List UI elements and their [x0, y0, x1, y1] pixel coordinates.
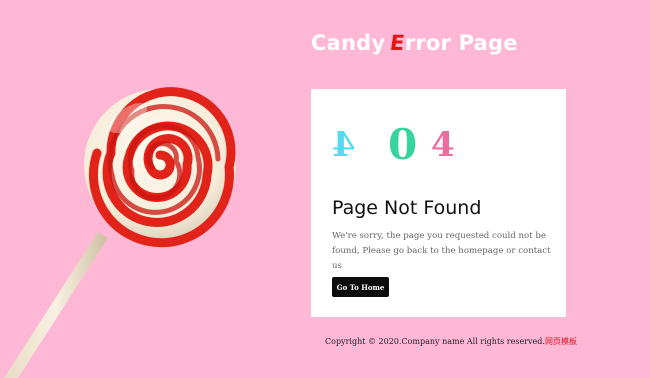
error-message: We're sorry, the page you requested coul… — [332, 231, 551, 271]
footer-template-link[interactable]: 网页模板 — [545, 337, 577, 346]
site-title: Candy Error Page — [311, 31, 518, 56]
error-code-digit-2: 0 — [388, 120, 418, 169]
error-code-digit-1: 4 — [332, 125, 356, 165]
lollipop-illustration — [4, 87, 236, 378]
error-code-digit-3: 4 — [431, 125, 455, 165]
error-code: 4 0 4 — [332, 120, 455, 169]
error-card: 4 0 4 Page Not Found We're sorry, the pa… — [311, 89, 566, 317]
site-title-word: Candy — [311, 31, 386, 55]
go-home-button[interactable]: Go To Home — [332, 277, 389, 297]
footer: Copyright © 2020.Company name All rights… — [325, 336, 577, 347]
site-title-rest: rror Page — [404, 31, 518, 55]
footer-copyright: Copyright © 2020.Company name All rights… — [325, 337, 545, 346]
error-title: Page Not Found — [332, 197, 482, 219]
